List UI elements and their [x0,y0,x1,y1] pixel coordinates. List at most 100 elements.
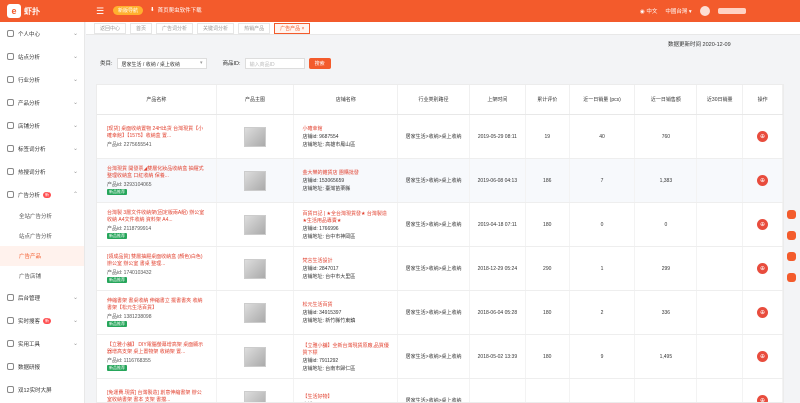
sidebar-sub-site-ads[interactable]: 站点广告分析 [0,226,84,246]
view-detail-icon[interactable]: ⊕ [757,131,769,142]
sidebar-item-product[interactable]: 产品分析 ⌄ [0,91,84,114]
username[interactable] [717,8,746,14]
sidebar-item-hotwords[interactable]: 热搜词分析 ⌄ [0,160,84,183]
product-thumbnail[interactable] [244,390,267,402]
table-body: [现货] 桌面收纳置物 24H出货 台灣現貨【小確幸館】【1575】收納盒 置.… [97,115,783,403]
tab-keywords[interactable]: 关键词分析 [197,22,235,34]
sidebar-item-tools[interactable]: 实用工具 ⌄ [0,332,84,355]
tag-icon [7,145,14,152]
product-name-link[interactable]: [现货] 桌面收纳置物 24H出货 台灣現貨【小確幸館】【1575】收納盒 置.… [107,126,206,140]
tools-icon [7,340,14,347]
shop-id: 店铺id: 153065659 [302,178,345,184]
product-name-link[interactable]: [領成品質] 雙層抽屜桌面收納盒 (顏色)白色) 辦公室 辦公室 書桌 整理..… [107,254,206,268]
col-reviews[interactable]: 累计评价 [526,85,570,114]
product-cell: 伸縮書架 書桌收納 伸縮書立 擺書書夾 收納書架【松元生活百貨】 产品id: 13… [97,291,217,334]
shop-name-link[interactable]: 梵言生活設計 [302,257,332,264]
sidebar-item-shop[interactable]: 店铺分析 ⌄ [0,114,84,137]
support-icon[interactable] [786,252,796,261]
product-id-input[interactable]: 输入商品ID [244,57,305,69]
sidebar-item-reports[interactable]: 数据研报 [0,355,84,378]
sidebar-item-tags[interactable]: 标签词分析 ⌄ [0,137,84,160]
reviews-count: 19 [526,115,570,158]
category-select[interactable]: 居家生活 / 收纳 / 桌上收纳 [116,57,207,69]
bell-icon[interactable] [786,231,796,240]
product-thumbnail[interactable] [244,126,267,147]
language-label: 中文 [646,9,658,15]
col-30d-sales[interactable]: 近30日销量 [697,85,744,114]
sidebar-item-ads[interactable]: 广告分析新 ⌃ [0,183,84,206]
product-thumbnail[interactable] [244,214,267,235]
product-thumbnail[interactable] [244,346,267,367]
col-daily-revenue[interactable]: 近一日销售额 [635,85,698,114]
top-icon[interactable] [786,273,796,282]
tab-home[interactable]: 首页 [130,22,153,34]
shop-name-link[interactable]: 金大樂的雜貨店 團購批發 [302,169,358,176]
view-detail-icon[interactable]: ⊕ [757,263,769,274]
message-icon[interactable] [786,210,796,219]
tab-hot-products[interactable]: 热销产品 [238,22,271,34]
table-row[interactable]: [现货] 桌面收纳置物 24H出货 台灣現貨【小確幸館】【1575】收納盒 置.… [97,115,783,159]
product-thumbnail[interactable] [244,302,267,323]
tab-back[interactable]: 返回中心 [94,22,127,34]
sidebar-item-site[interactable]: 站点分析 ⌄ [0,45,84,68]
sidebar-item-admin[interactable]: 后台管理 ⌄ [0,286,84,309]
sidebar-sub-ad-shops[interactable]: 广告店铺 [0,266,84,286]
search-button[interactable]: 搜索 [308,57,331,69]
sidebar-item-dashboard[interactable]: 双12实时大屏 [0,378,84,401]
col-product-name[interactable]: 产品名称 [97,85,217,114]
product-cell: [现货] 桌面收纳置物 24H出货 台灣現貨【小確幸館】【1575】收納盒 置.… [97,115,217,158]
language-select[interactable]: ◉ 中文 [640,7,657,15]
sidebar-item-industry[interactable]: 行业分析 ⌄ [0,68,84,91]
col-listed-time[interactable]: 上架时间 [470,85,526,114]
download-link[interactable]: ⬇ 首页爬虫软件下载 [150,6,202,14]
tab-ad-words[interactable]: 广告词分析 [156,22,194,34]
new-nav-badge[interactable]: 新版导航 [113,6,144,15]
product-id: 产品id: 2118799914 [107,226,152,232]
daily-revenue: 1,383 [635,159,698,202]
product-thumbnail[interactable] [244,258,267,279]
avatar[interactable] [699,6,710,16]
logo[interactable]: e 虾扑 [7,3,67,19]
recommend-tag: 新品推荐 [107,277,127,283]
sidebar-item-realtime[interactable]: 实时搜客新 ⌄ [0,309,84,332]
sidebar-item-profile[interactable]: 个人中心 ⌄ [0,22,84,45]
menu-icon[interactable]: ☰ [96,7,104,16]
view-detail-icon[interactable]: ⊕ [757,175,769,186]
region-select[interactable]: 中國台灣 ▾ [665,7,691,15]
view-detail-icon[interactable]: ⊕ [757,219,769,230]
product-name-link[interactable]: 【立雅小舖】 DIY電腦螢幕增高架 桌面顯示器增高支架 桌上置物架 收納架 置.… [107,342,206,356]
shop-id: 店铺id: 9687554 [302,134,339,140]
table-row[interactable]: [免運費.現貨] 台灣製造] 創意伸縮書架 辦公室收納書架 書本 支架 書擋..… [97,379,783,403]
shop-name-link[interactable]: 小確幸館 [302,125,322,132]
chevron-down-icon: ⌄ [72,318,78,324]
table-row[interactable]: [領成品質] 雙層抽屜桌面收納盒 (顏色)白色) 辦公室 辦公室 書桌 整理..… [97,247,783,291]
daily-sales: 7 [570,159,636,202]
view-detail-icon[interactable]: ⊕ [757,307,769,318]
sidebar-item-label: 产品分析 [18,100,41,107]
product-name-link[interactable]: [免運費.現貨] 台灣製造] 創意伸縮書架 辦公室收納書架 書本 支架 書擋..… [107,390,206,403]
report-icon [7,363,14,370]
shop-name-link[interactable]: 【立雅小舖】全新台灣現貨原廠,品質優質下標 [302,342,389,356]
table-row[interactable]: 台灣現貨 開發票◢雙層化妝品收納盒 抽屜式整理收納盒 口紅收納 保養... 产品i… [97,159,783,203]
sidebar-item-label: 双12实时大屏 [18,387,52,394]
product-name-link[interactable]: 台灣製 3層文件收納架(固定版兩A組) 辦公室收納 A4文件收納 資料架 A4.… [107,210,206,224]
product-name-link[interactable]: 台灣現貨 開發票◢雙層化妝品收納盒 抽屜式整理收納盒 口紅收納 保養... [107,166,206,180]
action-cell: ⊕ [743,379,783,402]
shop-name-link[interactable]: 百貨日記 | ★全台灣現貨發★ 台灣製造★生活用品專賣★ [302,210,389,224]
table-row[interactable]: 台灣製 3層文件收納架(固定版兩A組) 辦公室收納 A4文件收納 資料架 A4.… [97,203,783,247]
sidebar-sub-ad-products[interactable]: 广告产品 [0,246,84,266]
table-row[interactable]: 【立雅小舖】 DIY電腦螢幕增高架 桌面顯示器增高支架 桌上置物架 收納架 置.… [97,335,783,379]
view-detail-icon[interactable]: ⊕ [757,351,769,362]
view-detail-icon[interactable]: ⊕ [757,395,769,402]
shop-name-link[interactable]: 【生活好物】 [302,393,332,400]
col-daily-sales[interactable]: 近一日销量 (pcs) [570,85,636,114]
table-row[interactable]: 伸縮書架 書桌收納 伸縮書立 擺書書夾 收納書架【松元生活百貨】 产品id: 13… [97,291,783,335]
download-label: 首页爬虫软件下载 [157,8,202,14]
tab-ad-products[interactable]: 广告产品 × [274,22,311,34]
product-thumbnail[interactable] [244,170,267,191]
shop-name-link[interactable]: 松元生活百貨 [302,301,332,308]
product-name-link[interactable]: 伸縮書架 書桌收納 伸縮書立 擺書書夾 收納書架【松元生活百貨】 [107,298,206,312]
sidebar-sub-all-ads[interactable]: 全站广告分析 [0,206,84,226]
action-cell: ⊕ [743,335,783,378]
realtime-icon [7,317,14,324]
